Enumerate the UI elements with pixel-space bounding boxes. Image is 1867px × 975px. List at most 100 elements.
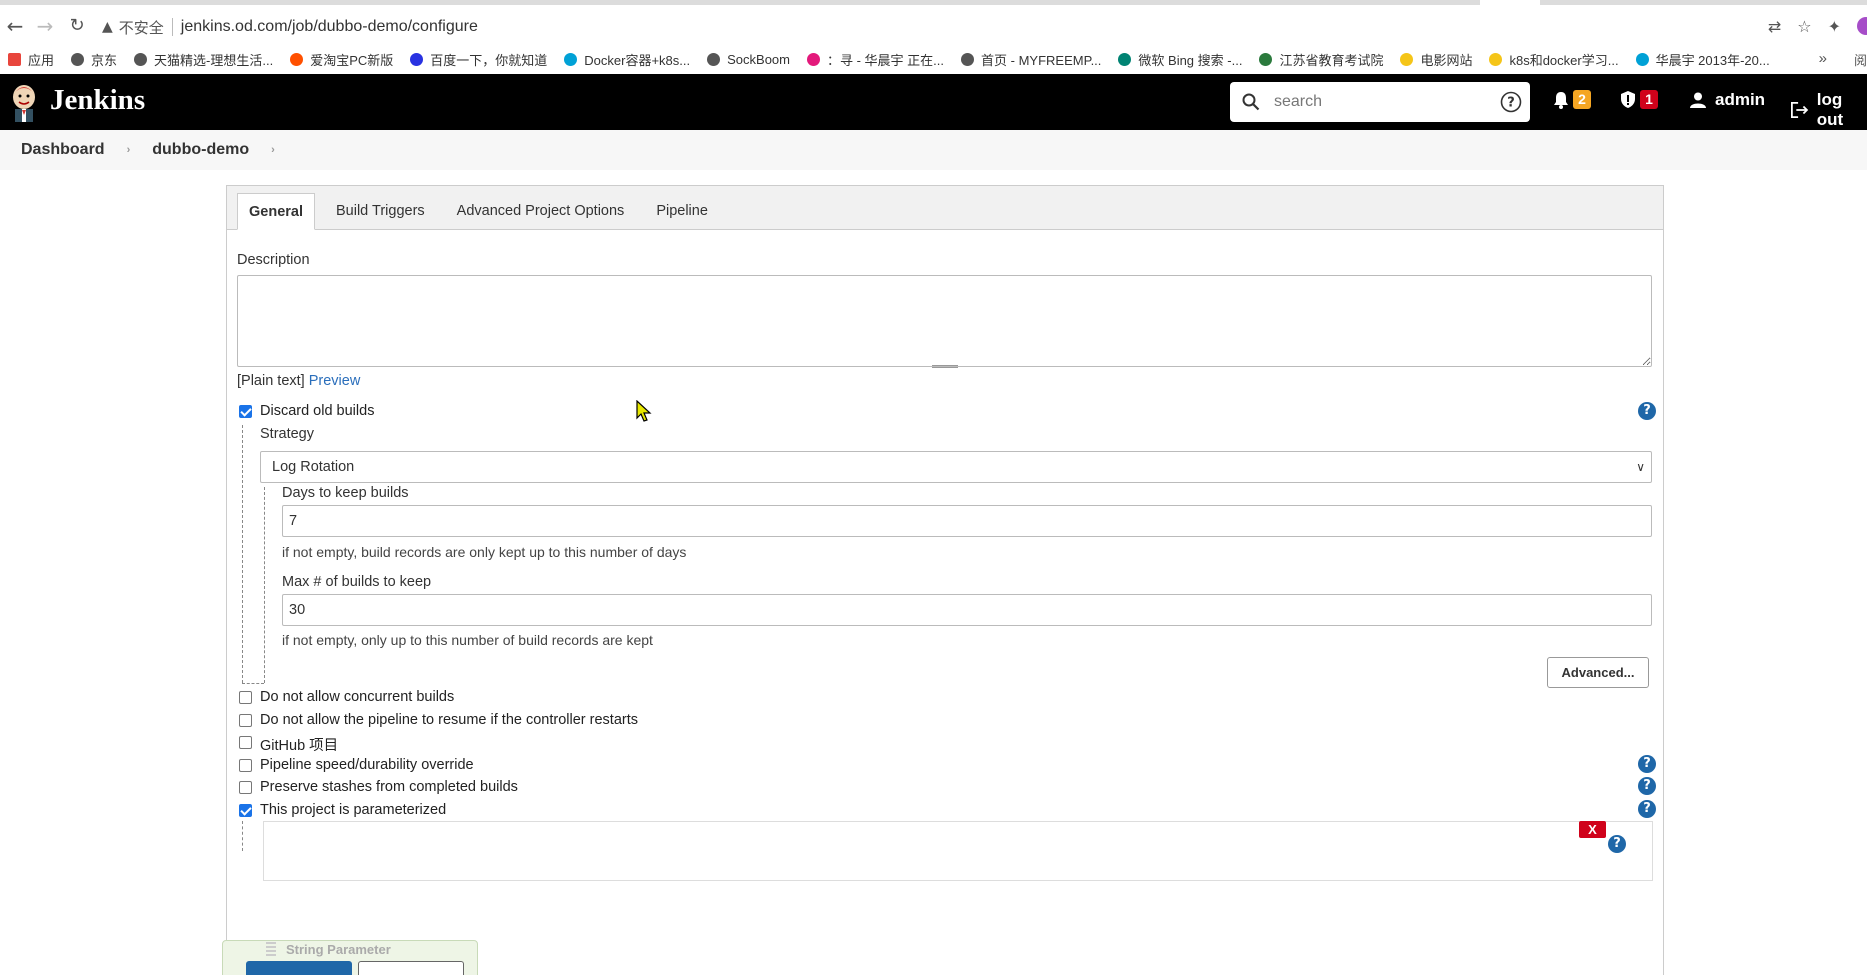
user-name[interactable]: admin bbox=[1715, 90, 1765, 110]
translate-icon[interactable]: ⇄ bbox=[1768, 17, 1781, 36]
string-parameter-box bbox=[263, 821, 1653, 881]
forward-icon[interactable]: → bbox=[34, 15, 56, 37]
user-menu[interactable]: admin bbox=[1690, 90, 1765, 110]
discard-old-builds-label: Discard old builds bbox=[260, 403, 375, 419]
tab-build-triggers[interactable]: Build Triggers bbox=[325, 193, 436, 229]
star-icon[interactable]: ☆ bbox=[1797, 17, 1811, 36]
svg-text:?: ? bbox=[1507, 96, 1515, 111]
bookmark-item[interactable]: 天猫精选-理想生活... bbox=[134, 50, 273, 69]
strategy-select[interactable]: Log Rotation ∨ bbox=[260, 451, 1652, 483]
breadcrumb-chevron-icon[interactable]: › bbox=[271, 144, 275, 156]
back-icon[interactable]: ← bbox=[4, 15, 26, 37]
bookmark-item[interactable]: 应用 bbox=[8, 50, 54, 69]
reading-list-icon[interactable]: 阅 bbox=[1854, 50, 1867, 69]
max-builds-input[interactable]: 30 bbox=[282, 594, 1652, 626]
bookmark-item[interactable]: 京东 bbox=[71, 50, 117, 69]
browser-address-bar: ← → ↻ ▲ 不安全 jenkins.od.com/job/dubbo-dem… bbox=[0, 0, 1867, 44]
config-tabs: General Build Triggers Advanced Project … bbox=[227, 186, 1663, 230]
logout-icon bbox=[1791, 102, 1809, 118]
bookmark-item[interactable]: 华晨宇 2013年-20... bbox=[1635, 50, 1770, 69]
bookmark-item[interactable]: SockBoom bbox=[707, 52, 790, 67]
jenkins-logo-icon[interactable] bbox=[10, 82, 38, 122]
security-button[interactable]: 1 bbox=[1620, 90, 1658, 109]
bookmark-item[interactable]: 爱淘宝PC新版 bbox=[290, 50, 393, 69]
bookmark-label: SockBoom bbox=[727, 51, 790, 67]
bookmark-label: ：寻 - 华晨宇 正在... bbox=[827, 52, 945, 68]
search-box[interactable]: ? bbox=[1230, 82, 1530, 122]
help-icon[interactable]: ? bbox=[1638, 800, 1656, 818]
search-icon bbox=[1242, 93, 1260, 111]
delete-parameter-button[interactable]: X bbox=[1579, 821, 1606, 838]
advanced-button[interactable]: Advanced... bbox=[1547, 657, 1649, 688]
notifications-badge: 2 bbox=[1573, 90, 1591, 109]
bookmark-item[interactable]: 微软 Bing 搜索 -... bbox=[1118, 50, 1242, 69]
bookmark-favicon-icon bbox=[410, 52, 424, 66]
extensions-icon[interactable]: ✦ bbox=[1828, 17, 1841, 36]
apps-grid-icon bbox=[8, 52, 21, 66]
app-title[interactable]: Jenkins bbox=[50, 84, 145, 117]
bookmark-label: 百度一下，你就知道 bbox=[430, 52, 548, 68]
logout-label[interactable]: log out bbox=[1817, 90, 1867, 130]
tab-general[interactable]: General bbox=[237, 193, 315, 230]
no-concurrent-builds-checkbox[interactable] bbox=[239, 691, 252, 704]
help-icon[interactable]: ? bbox=[1638, 777, 1656, 795]
breadcrumb-dashboard[interactable]: Dashboard bbox=[21, 141, 105, 159]
bookmark-favicon-icon bbox=[1118, 52, 1132, 66]
bookmarks-overflow-icon[interactable]: » bbox=[1819, 50, 1827, 67]
bookmark-label: 微软 Bing 搜索 -... bbox=[1138, 52, 1243, 68]
search-input[interactable] bbox=[1274, 93, 1494, 111]
parameterized-checkbox[interactable] bbox=[239, 804, 252, 817]
notifications-button[interactable]: 2 bbox=[1553, 90, 1591, 109]
textarea-resize-handle[interactable] bbox=[932, 365, 958, 368]
bookmark-item[interactable]: 江苏省教育考试院 bbox=[1259, 50, 1383, 69]
url-text[interactable]: jenkins.od.com/job/dubbo-demo/configure bbox=[181, 18, 478, 36]
github-project-checkbox[interactable] bbox=[239, 736, 252, 749]
bookmark-item[interactable]: 电影网站 bbox=[1400, 50, 1472, 69]
preview-link[interactable]: Preview bbox=[309, 373, 361, 389]
save-button[interactable] bbox=[246, 961, 352, 975]
bookmark-item[interactable]: k8s和docker学习... bbox=[1489, 50, 1619, 69]
discard-old-builds-checkbox[interactable] bbox=[239, 405, 252, 418]
preserve-stashes-label: Preserve stashes from completed builds bbox=[260, 779, 518, 795]
bookmark-label: 京东 bbox=[91, 52, 118, 68]
help-icon[interactable]: ? bbox=[1638, 402, 1656, 420]
bookmark-item[interactable]: Docker容器+k8s... bbox=[564, 50, 690, 69]
strategy-label: Strategy bbox=[260, 426, 314, 442]
description-textarea[interactable] bbox=[237, 275, 1652, 367]
tab-pipeline[interactable]: Pipeline bbox=[645, 193, 719, 229]
bookmark-item[interactable]: 首页 - MYFREEMP... bbox=[961, 50, 1101, 69]
tab-advanced-project-options[interactable]: Advanced Project Options bbox=[446, 193, 636, 229]
security-badge: 1 bbox=[1640, 90, 1658, 109]
days-to-keep-hint: if not empty, build records are only kep… bbox=[282, 544, 687, 560]
bookmark-favicon-icon bbox=[961, 52, 975, 66]
mouse-cursor-icon bbox=[636, 400, 652, 422]
help-icon[interactable]: ? bbox=[1608, 835, 1626, 853]
apply-button[interactable] bbox=[358, 961, 464, 975]
config-panel: General Build Triggers Advanced Project … bbox=[226, 185, 1664, 975]
tab-strip-gap bbox=[1480, 0, 1540, 5]
durability-override-checkbox[interactable] bbox=[239, 759, 252, 772]
bookmark-item[interactable]: 百度一下，你就知道 bbox=[410, 50, 547, 69]
user-icon bbox=[1690, 92, 1706, 108]
help-icon[interactable]: ? bbox=[1638, 755, 1656, 773]
breadcrumb-chevron-icon[interactable]: › bbox=[127, 144, 131, 156]
bookmark-label: Docker容器+k8s... bbox=[584, 52, 691, 68]
profile-avatar[interactable] bbox=[1857, 17, 1867, 35]
plain-text-label: [Plain text] bbox=[237, 373, 305, 389]
bookmark-label: k8s和docker学习... bbox=[1509, 52, 1619, 68]
string-parameter-title: String Parameter bbox=[286, 942, 391, 957]
breadcrumb-job[interactable]: dubbo-demo bbox=[152, 141, 249, 159]
drag-handle-icon[interactable] bbox=[266, 942, 276, 956]
days-to-keep-input[interactable]: 7 bbox=[282, 505, 1652, 537]
bell-icon bbox=[1554, 91, 1568, 109]
bookmark-label: 应用 bbox=[28, 52, 55, 68]
bookmark-item[interactable]: ：寻 - 华晨宇 正在... bbox=[807, 50, 944, 69]
browser-action-icons: ⇄ ☆ ✦ bbox=[1768, 17, 1867, 36]
description-label: Description bbox=[237, 252, 310, 268]
no-resume-checkbox[interactable] bbox=[239, 714, 252, 727]
logout-button[interactable]: log out bbox=[1791, 90, 1867, 130]
preserve-stashes-checkbox[interactable] bbox=[239, 781, 252, 794]
url-bar[interactable]: ▲ 不安全 jenkins.od.com/job/dubbo-demo/conf… bbox=[102, 13, 1802, 41]
reload-icon[interactable]: ↻ bbox=[66, 15, 88, 37]
search-help-icon[interactable]: ? bbox=[1500, 91, 1522, 113]
